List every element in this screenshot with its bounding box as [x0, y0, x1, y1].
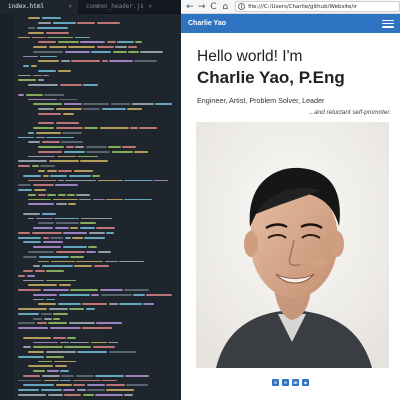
code-lines: [3, 16, 179, 397]
self-promoter-tagline: ...and reluctant self-promoter.: [308, 109, 391, 116]
back-icon[interactable]: ←: [184, 1, 196, 13]
hello-heading: Hello world! I'm: [197, 48, 303, 65]
address-bar[interactable]: i file:///C:/Users/Charlie/github/Websit…: [235, 1, 400, 12]
social-links: ✆ ✉ in ◉: [181, 379, 400, 386]
linkedin-icon[interactable]: in: [292, 379, 299, 386]
browser-window: ← → C ⌂ i file:///C:/Users/Charlie/githu…: [181, 0, 400, 400]
home-icon[interactable]: ⌂: [219, 1, 231, 13]
code-area[interactable]: [0, 14, 181, 400]
tab-label: common_header.js: [86, 3, 144, 10]
github-icon[interactable]: ◉: [302, 379, 309, 386]
roles-subtitle: Engineer, Artist, Problem Solver, Leader: [197, 96, 325, 105]
phone-square-icon[interactable]: ✆: [272, 379, 279, 386]
forward-icon[interactable]: →: [196, 1, 208, 13]
url-text: file:///C:/Users/Charlie/github/Website/…: [248, 3, 358, 10]
main-content: Hello world! I'm Charlie Yao, P.Eng Engi…: [181, 33, 400, 400]
info-icon[interactable]: i: [238, 3, 246, 10]
site-navbar: Charlie Yao: [181, 14, 400, 33]
name-heading: Charlie Yao, P.Eng: [197, 68, 345, 87]
close-icon[interactable]: ×: [148, 3, 152, 10]
site-brand[interactable]: Charlie Yao: [188, 20, 226, 27]
close-icon[interactable]: ×: [68, 3, 72, 10]
browser-toolbar: ← → C ⌂ i file:///C:/Users/Charlie/githu…: [181, 0, 400, 14]
portrait-photo: [196, 122, 389, 368]
tab-label: index.html: [8, 3, 45, 10]
reload-icon[interactable]: C: [208, 1, 220, 13]
envelope-square-icon[interactable]: ✉: [282, 379, 289, 386]
tab-common-header-js[interactable]: common_header.js ×: [78, 0, 158, 14]
code-editor[interactable]: index.html × common_header.js ×: [0, 0, 181, 400]
tab-index-html[interactable]: index.html ×: [0, 0, 78, 14]
hamburger-menu-icon[interactable]: [382, 19, 394, 29]
code-line: [3, 392, 179, 397]
editor-tab-bar: index.html × common_header.js ×: [0, 0, 181, 14]
